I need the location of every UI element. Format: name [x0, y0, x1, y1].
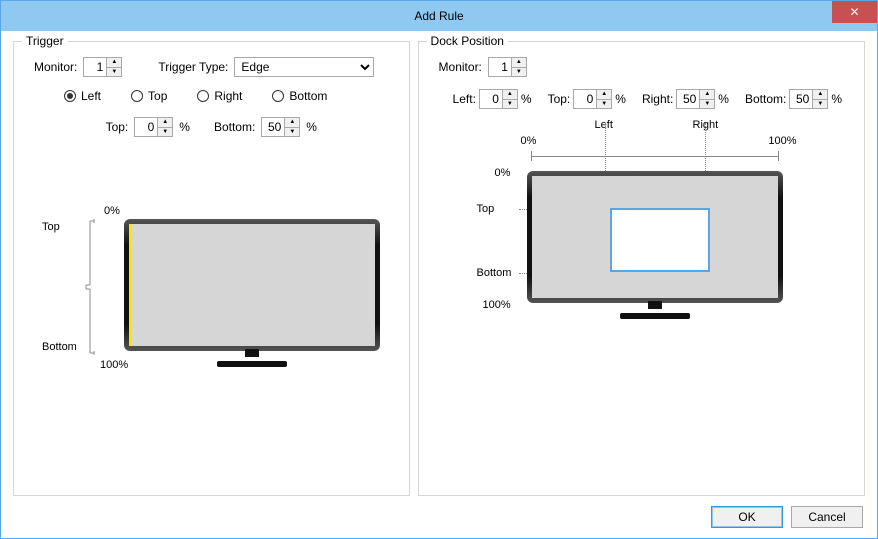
dock-diagram: Left Right 0% 100% 0% 100% Top Bottom — [429, 109, 854, 485]
dock-monitor-label: Monitor: — [439, 60, 482, 74]
dock-right-label: Right: — [642, 92, 673, 106]
trigger-top-label: Top: — [106, 120, 129, 134]
close-button[interactable]: ✕ — [832, 1, 877, 23]
dock-top-input[interactable] — [574, 90, 596, 108]
dock-100pct-v: 100% — [483, 299, 511, 311]
trigger-top-spinner[interactable]: ▲▼ — [134, 117, 173, 137]
edge-radio-bottom[interactable]: Bottom — [272, 89, 327, 103]
pct-label: % — [179, 120, 190, 134]
trigger-bottom-label: Bottom: — [214, 120, 255, 134]
pct-label: % — [831, 92, 842, 106]
trigger-bottom-spinner[interactable]: ▲▼ — [261, 117, 300, 137]
dock-top-spinner[interactable]: ▲▼ — [573, 89, 612, 109]
trigger-type-label: Trigger Type: — [158, 60, 228, 74]
trigger-top-marker: Top — [42, 221, 60, 233]
monitor-icon — [124, 219, 380, 367]
trigger-bottom-input[interactable] — [262, 118, 284, 136]
dock-0pct-h: 0% — [521, 135, 537, 147]
dock-left-label: Left: — [453, 92, 476, 106]
edge-radio-group: Left Top Right Bottom — [24, 89, 399, 103]
trigger-monitor-spinner[interactable]: ▲▼ — [83, 57, 122, 77]
spin-down-icon[interactable]: ▼ — [512, 68, 526, 77]
spin-down-icon[interactable]: ▼ — [158, 128, 172, 137]
trigger-0pct-label: 0% — [104, 205, 120, 217]
content-area: Trigger Monitor: ▲▼ Trigger Type: Edge L… — [1, 31, 877, 496]
dock-monitor-spinner[interactable]: ▲▼ — [488, 57, 527, 77]
close-icon: ✕ — [849, 5, 859, 19]
spin-up-icon[interactable]: ▲ — [503, 90, 517, 100]
dock-panel: Dock Position Monitor: ▲▼ Left: ▲▼ % — [418, 41, 865, 496]
ok-button[interactable]: OK — [711, 506, 783, 528]
dock-bottom-spinner[interactable]: ▲▼ — [789, 89, 828, 109]
spin-up-icon[interactable]: ▲ — [285, 118, 299, 128]
spin-up-icon[interactable]: ▲ — [597, 90, 611, 100]
trigger-top-input[interactable] — [135, 118, 157, 136]
pct-label: % — [306, 120, 317, 134]
dock-100pct-h: 100% — [768, 135, 796, 147]
edge-radio-top[interactable]: Top — [131, 89, 167, 103]
dock-0pct-v: 0% — [495, 167, 511, 179]
spin-up-icon[interactable]: ▲ — [107, 58, 121, 68]
monitor-icon — [527, 171, 783, 319]
dock-top-marker: Top — [477, 203, 495, 215]
dialog-footer: OK Cancel — [1, 496, 877, 538]
dock-bottom-input[interactable] — [790, 90, 812, 108]
dock-legend: Dock Position — [427, 34, 508, 48]
dock-bottom-label: Bottom: — [745, 92, 786, 106]
spin-down-icon[interactable]: ▼ — [597, 100, 611, 109]
pct-label: % — [615, 92, 626, 106]
spin-up-icon[interactable]: ▲ — [512, 58, 526, 68]
edge-radio-left[interactable]: Left — [64, 89, 101, 103]
trigger-bottom-marker: Bottom — [42, 341, 77, 353]
dock-left-input[interactable] — [480, 90, 502, 108]
spin-down-icon[interactable]: ▼ — [107, 68, 121, 77]
window-title: Add Rule — [414, 9, 463, 23]
brace-icon — [82, 219, 96, 355]
spin-down-icon[interactable]: ▼ — [503, 100, 517, 109]
spin-up-icon[interactable]: ▲ — [158, 118, 172, 128]
spin-up-icon[interactable]: ▲ — [813, 90, 827, 100]
trigger-monitor-input[interactable] — [84, 58, 106, 76]
dock-top-label: Top: — [548, 92, 571, 106]
trigger-legend: Trigger — [22, 34, 68, 48]
hruler-icon: 0% 100% — [525, 149, 785, 163]
spin-down-icon[interactable]: ▼ — [813, 100, 827, 109]
trigger-diagram: 0% Top Bottom 100% — [24, 147, 399, 485]
pct-label: % — [521, 92, 532, 106]
dock-monitor-input[interactable] — [489, 58, 511, 76]
trigger-type-select[interactable]: Edge — [234, 57, 374, 77]
dock-right-input[interactable] — [677, 90, 699, 108]
titlebar: Add Rule ✕ — [1, 1, 877, 31]
window: Add Rule ✕ Trigger Monitor: ▲▼ Trigger T… — [0, 0, 878, 539]
cancel-button[interactable]: Cancel — [791, 506, 863, 528]
dock-left-spinner[interactable]: ▲▼ — [479, 89, 518, 109]
dock-bottom-marker: Bottom — [477, 267, 512, 279]
trigger-panel: Trigger Monitor: ▲▼ Trigger Type: Edge L… — [13, 41, 410, 496]
edge-radio-right[interactable]: Right — [197, 89, 242, 103]
spin-down-icon[interactable]: ▼ — [285, 128, 299, 137]
pct-label: % — [718, 92, 729, 106]
dock-rect — [610, 208, 710, 272]
spin-up-icon[interactable]: ▲ — [700, 90, 714, 100]
trigger-monitor-label: Monitor: — [34, 60, 77, 74]
edge-highlight — [129, 224, 132, 346]
dock-right-spinner[interactable]: ▲▼ — [676, 89, 715, 109]
spin-down-icon[interactable]: ▼ — [700, 100, 714, 109]
